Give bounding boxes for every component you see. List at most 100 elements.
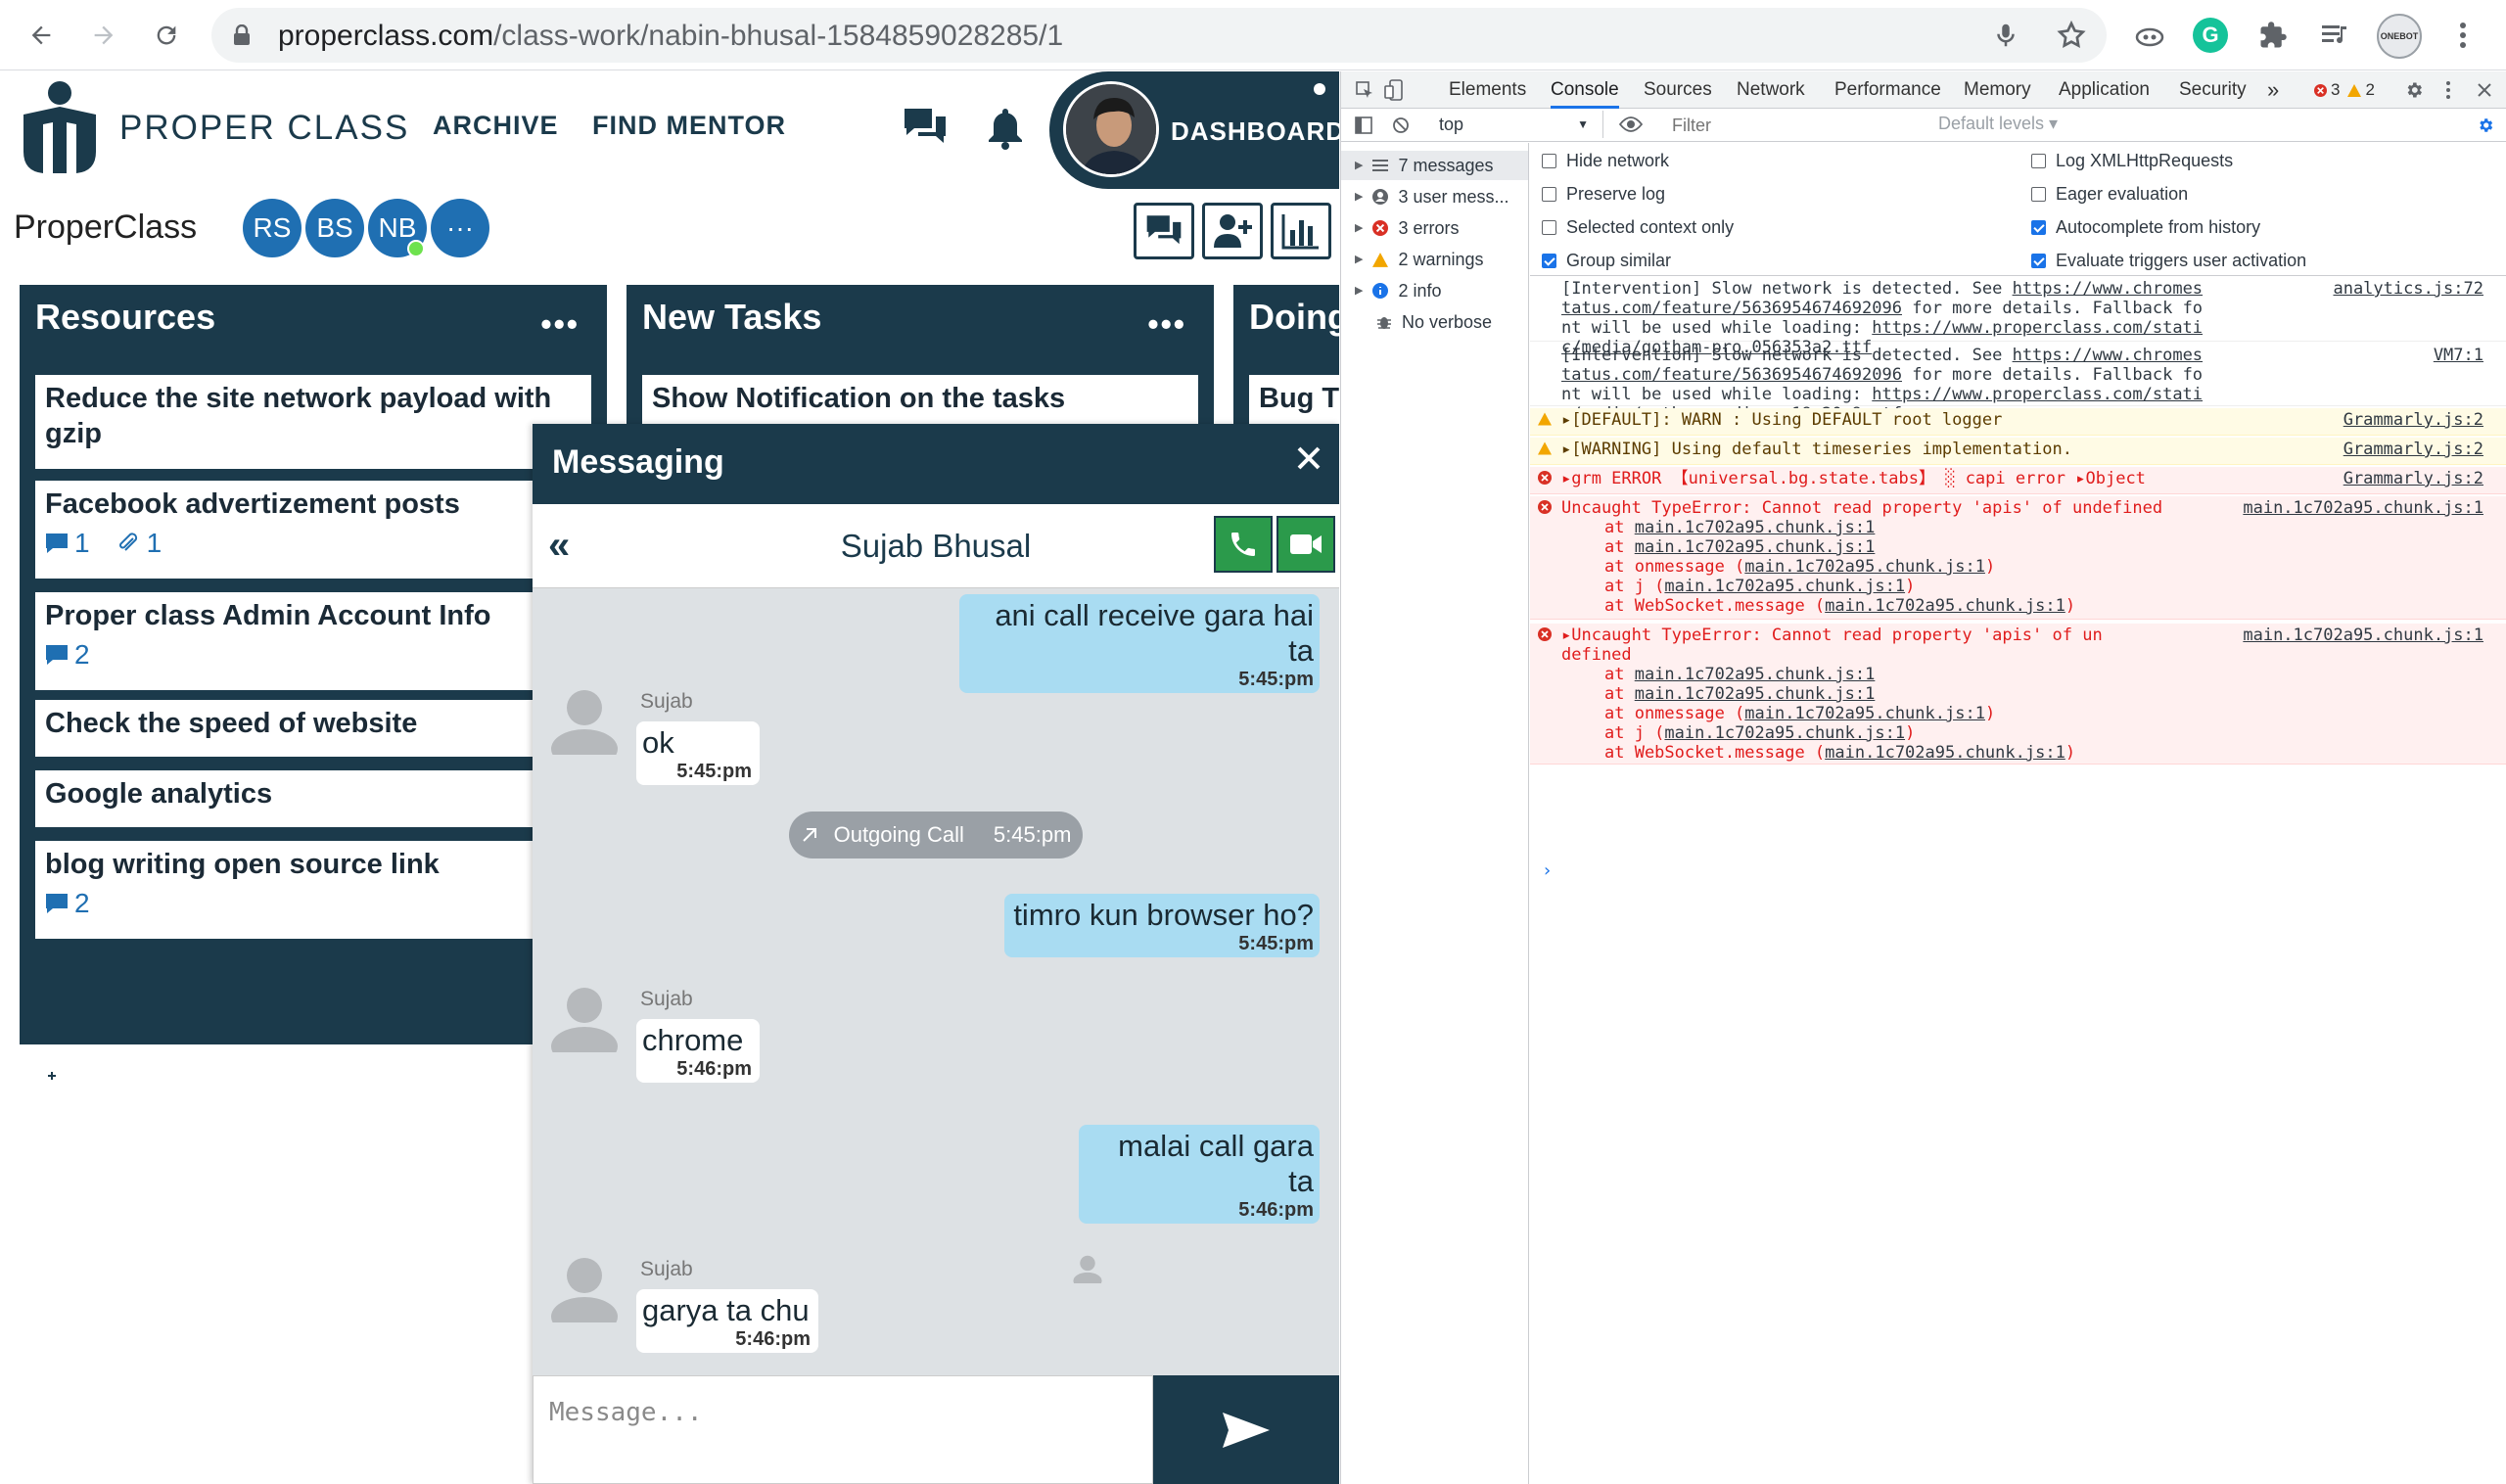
tab-network[interactable]: Network <box>1737 71 1805 109</box>
evaluate-triggers-checkbox[interactable]: Evaluate triggers user activation <box>2031 251 2306 271</box>
column-title: Doing <box>1249 297 1339 337</box>
column-menu-button[interactable]: ••• <box>540 306 580 343</box>
log-source-link[interactable]: analytics.js:72 <box>2333 279 2483 299</box>
card-meta: 1 1 <box>45 528 581 559</box>
chat-icon[interactable] <box>903 107 948 148</box>
console-sidebar: ▶ 7 messages ▶ 3 user mess... ▶ 3 errors… <box>1341 143 1529 1484</box>
reload-icon[interactable] <box>147 16 186 55</box>
tab-sources[interactable]: Sources <box>1644 71 1712 109</box>
stack-link[interactable]: main.1c702a95.chunk.js:1 <box>1664 723 1905 743</box>
stack-link[interactable]: main.1c702a95.chunk.js:1 <box>1664 577 1905 596</box>
error-icon <box>1538 471 1552 485</box>
video-call-button[interactable] <box>1276 516 1335 573</box>
address-bar[interactable]: properclass.com/class-work/nabin-bhusal-… <box>211 8 2107 63</box>
board-chat-button[interactable] <box>1134 203 1194 259</box>
send-button[interactable] <box>1153 1375 1339 1484</box>
stack-link[interactable]: main.1c702a95.chunk.js:1 <box>1825 596 2065 616</box>
new-task-button[interactable]: New Task <box>43 1058 195 1090</box>
task-card[interactable]: blog writing open source link 2 <box>35 841 591 939</box>
task-card[interactable]: Google analytics <box>35 770 591 827</box>
task-card[interactable]: Facebook advertizement posts 1 1 <box>35 481 591 579</box>
context-selector[interactable]: top ▼ <box>1431 111 1603 138</box>
log-xhr-checkbox[interactable]: Log XMLHttpRequests <box>2031 151 2233 171</box>
live-expression-eye-icon[interactable] <box>1619 116 1643 133</box>
bell-icon[interactable] <box>987 107 1024 150</box>
task-card[interactable]: Proper class Admin Account Info 2 <box>35 592 591 690</box>
grammarly-icon[interactable]: G <box>2193 18 2228 53</box>
autocomplete-history-checkbox[interactable]: Autocomplete from history <box>2031 217 2260 238</box>
message-input[interactable] <box>534 1376 1152 1483</box>
settings-gear-icon[interactable] <box>2404 71 2424 109</box>
comment-icon <box>46 533 68 553</box>
stack-link[interactable]: main.1c702a95.chunk.js:1 <box>1635 665 1876 684</box>
media-queue-icon[interactable] <box>2316 16 2355 55</box>
sidebar-item-info[interactable]: ▶ 2 info <box>1355 276 1442 305</box>
log-source-link[interactable]: Grammarly.js:2 <box>2344 440 2483 459</box>
stack-link[interactable]: main.1c702a95.chunk.js:1 <box>1825 743 2065 763</box>
profile-avatar[interactable]: ONEBOT <box>2377 14 2422 59</box>
proper-class-logo-icon[interactable] <box>20 79 100 175</box>
stack-link[interactable]: main.1c702a95.chunk.js:1 <box>1635 518 1876 537</box>
close-devtools-icon[interactable] <box>2477 71 2492 109</box>
console-prompt[interactable]: › <box>1542 860 1553 881</box>
stack-link[interactable]: main.1c702a95.chunk.js:1 <box>1744 704 1985 723</box>
bookmark-star-icon[interactable] <box>2056 20 2087 51</box>
tab-console[interactable]: Console <box>1551 71 1619 109</box>
tab-performance[interactable]: Performance <box>1834 71 1941 109</box>
preserve-log-checkbox[interactable]: Preserve log <box>1542 184 1665 205</box>
stack-link[interactable]: main.1c702a95.chunk.js:1 <box>1635 684 1876 704</box>
microphone-icon[interactable] <box>1991 20 2020 51</box>
more-members-button[interactable]: ··· <box>431 199 489 257</box>
tab-security[interactable]: Security <box>2179 71 2247 109</box>
contact-avatar-icon <box>551 1258 618 1322</box>
dashboard-button[interactable]: DASHBOARD <box>1049 71 1339 189</box>
hide-network-checkbox[interactable]: Hide network <box>1542 151 1669 171</box>
tab-memory[interactable]: Memory <box>1964 71 2031 109</box>
log-levels-dropdown[interactable]: Default levels ▾ <box>1938 114 2058 134</box>
log-source-link[interactable]: Grammarly.js:2 <box>2344 469 2483 488</box>
voice-call-button[interactable] <box>1214 516 1273 573</box>
log-source-link[interactable]: main.1c702a95.chunk.js:1 <box>2243 626 2483 645</box>
board-stats-button[interactable] <box>1271 203 1331 259</box>
device-toolbar-icon[interactable] <box>1384 71 1404 109</box>
tab-elements[interactable]: Elements <box>1449 71 1526 109</box>
group-similar-checkbox[interactable]: Group similar <box>1542 251 1671 271</box>
clear-console-icon[interactable] <box>1392 116 1410 134</box>
sidebar-toggle-icon[interactable] <box>1355 116 1372 134</box>
eager-evaluation-checkbox[interactable]: Eager evaluation <box>2031 184 2188 205</box>
log-source-link[interactable]: VM7:1 <box>2434 346 2483 365</box>
stack-link[interactable]: main.1c702a95.chunk.js:1 <box>1744 557 1985 577</box>
member-avatar[interactable]: RS <box>243 199 302 257</box>
log-source-link[interactable]: Grammarly.js:2 <box>2344 410 2483 430</box>
extensions-puzzle-icon[interactable] <box>2253 16 2293 55</box>
more-tabs-button[interactable]: » <box>2267 71 2279 109</box>
stack-link[interactable]: main.1c702a95.chunk.js:1 <box>1635 537 1876 557</box>
issue-counters[interactable]: 3 2 <box>2314 71 2375 109</box>
selected-context-checkbox[interactable]: Selected context only <box>1542 217 1734 238</box>
console-filter-input[interactable] <box>1664 112 1923 139</box>
sidebar-item-user-messages[interactable]: ▶ 3 user mess... <box>1355 182 1509 211</box>
console-settings-gear-icon[interactable] <box>2477 116 2494 134</box>
task-card[interactable]: Reduce the site network payload with gzi… <box>35 375 591 469</box>
sidebar-item-errors[interactable]: ▶ 3 errors <box>1355 213 1459 243</box>
log-source-link[interactable]: main.1c702a95.chunk.js:1 <box>2243 498 2483 518</box>
add-member-button[interactable] <box>1202 203 1263 259</box>
sidebar-item-verbose[interactable]: No verbose <box>1355 307 1492 337</box>
task-card[interactable]: Check the speed of website <box>35 700 591 757</box>
chrome-menu-icon[interactable] <box>2443 16 2483 55</box>
extension-cloud-icon[interactable] <box>2130 16 2169 55</box>
user-avatar[interactable] <box>1063 81 1159 177</box>
member-avatar[interactable]: BS <box>305 199 364 257</box>
nav-find-mentor[interactable]: FIND MENTOR <box>592 111 786 141</box>
devtools-menu-icon[interactable] <box>2445 71 2451 109</box>
sidebar-item-messages[interactable]: ▶ 7 messages <box>1341 151 1528 180</box>
nav-archive[interactable]: ARCHIVE <box>433 111 559 141</box>
forward-arrow-icon[interactable] <box>84 16 123 55</box>
back-arrow-icon[interactable] <box>22 16 61 55</box>
sidebar-item-warnings[interactable]: ▶ 2 warnings <box>1355 245 1484 274</box>
logo-text[interactable]: PROPER CLASS <box>119 109 409 148</box>
tab-application[interactable]: Application <box>2059 71 2150 109</box>
inspect-element-icon[interactable] <box>1355 71 1374 109</box>
column-menu-button[interactable]: ••• <box>1147 306 1186 343</box>
close-icon[interactable] <box>1296 445 1322 471</box>
